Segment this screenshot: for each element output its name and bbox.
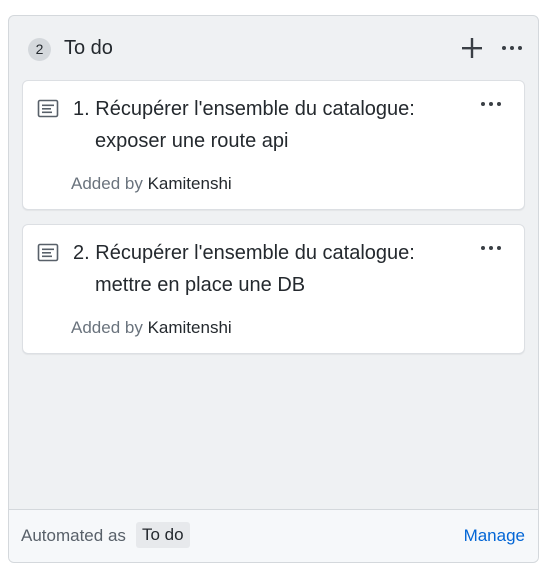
card-author[interactable]: Kamitenshi [148,318,232,337]
column-title: To do [64,37,113,59]
automation-preset-badge: To do [136,522,190,548]
card-number: 2. [73,242,90,264]
card-title-line1: Récupérer l'ensemble du catalogue: [95,98,415,120]
card-count-badge: 2 [28,38,51,61]
note-card[interactable]: 1. Récupérer l'ensemble du catalogue: ex… [22,80,525,210]
card-meta: Added by Kamitenshi [71,173,232,195]
card-menu-button[interactable] [478,239,504,257]
card-menu-button[interactable] [478,95,504,113]
kebab-horizontal-icon [502,46,522,50]
column-menu-button[interactable] [499,36,525,60]
card-author[interactable]: Kamitenshi [148,174,232,193]
card-title-line1: Récupérer l'ensemble du catalogue: [95,242,415,264]
automation-label: Automated as [21,526,126,545]
note-icon [37,243,59,263]
project-column: 2 To do 1. Récupérer l'ensemble du catal… [8,15,539,563]
note-card[interactable]: 2. Récupérer l'ensemble du catalogue: me… [22,224,525,354]
column-footer: Automated as To do Manage [9,509,538,562]
note-icon [37,99,59,119]
card-title: 2. Récupérer l'ensemble du catalogue: me… [73,237,453,301]
card-title-line2: exposer une route api [95,130,289,152]
card-meta: Added by Kamitenshi [71,317,232,339]
plus-icon [462,38,482,58]
kebab-horizontal-icon [481,102,501,106]
added-by-label: Added by [71,318,143,337]
added-by-label: Added by [71,174,143,193]
card-title-line2: mettre en place une DB [95,274,306,296]
add-card-button[interactable] [459,35,485,61]
manage-automation-link[interactable]: Manage [464,525,525,547]
card-number: 1. [73,98,90,120]
card-title: 1. Récupérer l'ensemble du catalogue: ex… [73,93,453,157]
kebab-horizontal-icon [481,246,501,250]
column-header: 2 To do [9,16,538,80]
